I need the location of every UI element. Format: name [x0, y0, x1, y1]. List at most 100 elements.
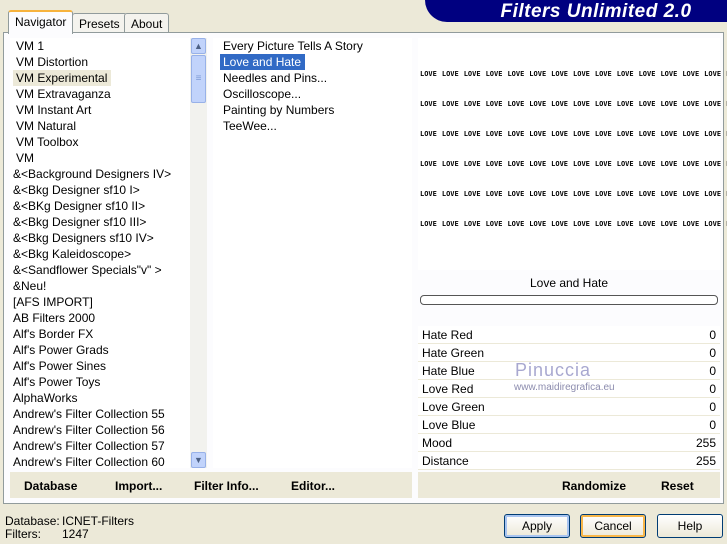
category-list[interactable]: VM 1 VM Distortion VM Experimental VM Extra…: [10, 38, 190, 468]
import-button[interactable]: Import...: [115, 479, 162, 493]
category-item[interactable]: &<Bkg Designer sf10 I>: [10, 182, 190, 198]
category-item[interactable]: VM Toolbox: [10, 134, 190, 150]
preview-word: LOVE: [660, 160, 678, 168]
tab-about[interactable]: About: [124, 13, 170, 33]
database-button[interactable]: Database: [24, 479, 77, 493]
tab-presets[interactable]: Presets: [72, 13, 127, 33]
preview-word: LOVE: [594, 220, 612, 228]
category-item[interactable]: Alf's Power Toys: [10, 374, 190, 390]
category-item[interactable]: VM Distortion: [10, 54, 190, 70]
cancel-button[interactable]: Cancel: [580, 514, 646, 538]
category-item-label: &<Sandflower Specials"v" >: [13, 263, 162, 277]
param-value[interactable]: 0: [709, 398, 716, 416]
category-item[interactable]: Andrew's Filter Collection 60: [10, 454, 190, 468]
category-item[interactable]: AB Filters 2000: [10, 310, 190, 326]
category-item[interactable]: Andrew's Filter Collection 57: [10, 438, 190, 454]
preview-word: LOVE: [573, 190, 590, 198]
category-item-label: &<Background Designers IV>: [13, 167, 172, 181]
param-row-love-green[interactable]: Love Green 0: [418, 398, 720, 416]
category-item[interactable]: Andrew's Filter Collection 56: [10, 422, 190, 438]
param-value[interactable]: 0: [709, 326, 716, 344]
category-item[interactable]: [AFS IMPORT]: [10, 294, 190, 310]
preview-word: LOVE: [551, 190, 569, 198]
filter-info-button[interactable]: Filter Info...: [194, 479, 259, 493]
preview-row: LOVE LOVE LOVE LOVE LOVE LOVE LOVE LOVE LOVE LOVE…: [420, 220, 727, 228]
param-row-mood[interactable]: Mood 255: [418, 434, 720, 452]
category-item[interactable]: Andrew's Filter Collection 55: [10, 406, 190, 422]
tab-navigator[interactable]: Navigator: [8, 10, 74, 34]
category-item[interactable]: VM Instant Art: [10, 102, 190, 118]
category-item-label: &<Bkg Designer sf10 III>: [13, 215, 147, 229]
param-row-distance[interactable]: Distance 255: [418, 452, 720, 470]
preview-word: LOVE: [594, 130, 612, 138]
param-value[interactable]: 0: [709, 344, 716, 362]
preview-word: LOVE: [420, 130, 437, 138]
param-label: Love Green: [422, 400, 485, 414]
category-item[interactable]: &<Background Designers IV>: [10, 166, 190, 182]
filter-item-label: Painting by Numbers: [223, 103, 335, 117]
preview-word: LOVE: [529, 70, 547, 78]
help-button[interactable]: Help: [657, 514, 723, 538]
preview-word: LOVE: [441, 190, 459, 198]
param-value[interactable]: 0: [709, 380, 716, 398]
preview-word: LOVE: [616, 130, 634, 138]
category-item-label: Andrew's Filter Collection 56: [13, 423, 165, 437]
preview-word: LOVE: [463, 70, 481, 78]
filter-list[interactable]: Every Picture Tells A Story Love and Hate…: [213, 38, 412, 468]
scrollbar-thumb[interactable]: ≡: [191, 55, 206, 103]
category-item[interactable]: VM Experimental: [10, 70, 190, 86]
category-item[interactable]: VM 1: [10, 38, 190, 54]
scroll-up-icon[interactable]: ▲: [191, 38, 206, 54]
category-item[interactable]: VM Extravaganza: [10, 86, 190, 102]
category-item[interactable]: &<Bkg Designers sf10 IV>: [10, 230, 190, 246]
category-item[interactable]: &<Bkg Designer sf10 III>: [10, 214, 190, 230]
preview-word: LOVE: [485, 160, 503, 168]
preview-word: LOVE: [573, 220, 590, 228]
preview-word: LOVE: [638, 70, 656, 78]
category-item[interactable]: Alf's Border FX: [10, 326, 190, 342]
filter-item[interactable]: Painting by Numbers: [220, 102, 412, 118]
preview-word: LOVE: [507, 220, 525, 228]
apply-button[interactable]: Apply: [504, 514, 570, 538]
param-value[interactable]: 255: [696, 452, 716, 470]
category-item[interactable]: VM: [10, 150, 190, 166]
category-item[interactable]: AlphaWorks: [10, 390, 190, 406]
preview-word: LOVE: [441, 130, 459, 138]
param-row-hate-red[interactable]: Hate Red 0: [418, 326, 720, 344]
preview-word: LOVE: [660, 130, 678, 138]
param-value[interactable]: 255: [696, 434, 716, 452]
filter-item-label: TeeWee...: [223, 119, 277, 133]
editor-button[interactable]: Editor...: [291, 479, 335, 493]
watermark-name: Pinuccia: [515, 360, 592, 380]
category-item[interactable]: VM Natural: [10, 118, 190, 134]
filter-item[interactable]: Every Picture Tells A Story: [220, 38, 412, 54]
preview-word: LOVE: [704, 70, 722, 78]
category-item-label: VM Experimental: [13, 70, 112, 86]
randomize-button[interactable]: Randomize: [562, 479, 626, 493]
category-item-label: Andrew's Filter Collection 55: [13, 407, 165, 421]
category-item[interactable]: &<Sandflower Specials"v" >: [10, 262, 190, 278]
filter-item[interactable]: Needles and Pins...: [220, 70, 412, 86]
preview-word: LOVE: [616, 70, 634, 78]
param-row-love-blue[interactable]: Love Blue 0: [418, 416, 720, 434]
reset-button[interactable]: Reset: [661, 479, 694, 493]
category-item-label: &<Bkg Designer sf10 I>: [13, 183, 140, 197]
filter-item[interactable]: Love and Hate: [220, 54, 412, 70]
scroll-down-icon[interactable]: ▼: [191, 452, 206, 468]
preview-word: LOVE: [638, 220, 656, 228]
filter-item[interactable]: TeeWee...: [220, 118, 412, 134]
preview-word: LOVE: [529, 160, 547, 168]
category-item[interactable]: &Neu!: [10, 278, 190, 294]
filter-item[interactable]: Oscilloscope...: [220, 86, 412, 102]
preview-word: LOVE: [682, 130, 700, 138]
param-value[interactable]: 0: [709, 416, 716, 434]
param-value[interactable]: 0: [709, 362, 716, 380]
category-scrollbar[interactable]: ▲ ≡ ▼: [190, 38, 207, 468]
category-item[interactable]: Alf's Power Grads: [10, 342, 190, 358]
category-item[interactable]: Alf's Power Sines: [10, 358, 190, 374]
category-item-label: AlphaWorks: [13, 391, 78, 405]
category-item[interactable]: &<BKg Designer sf10 II>: [10, 198, 190, 214]
preview-word: LOVE: [420, 190, 437, 198]
filter-preview: LOVE LOVE LOVE LOVE LOVE LOVE LOVE LOVE LOVE LOVE…: [418, 38, 727, 270]
category-item[interactable]: &<Bkg Kaleidoscope>: [10, 246, 190, 262]
